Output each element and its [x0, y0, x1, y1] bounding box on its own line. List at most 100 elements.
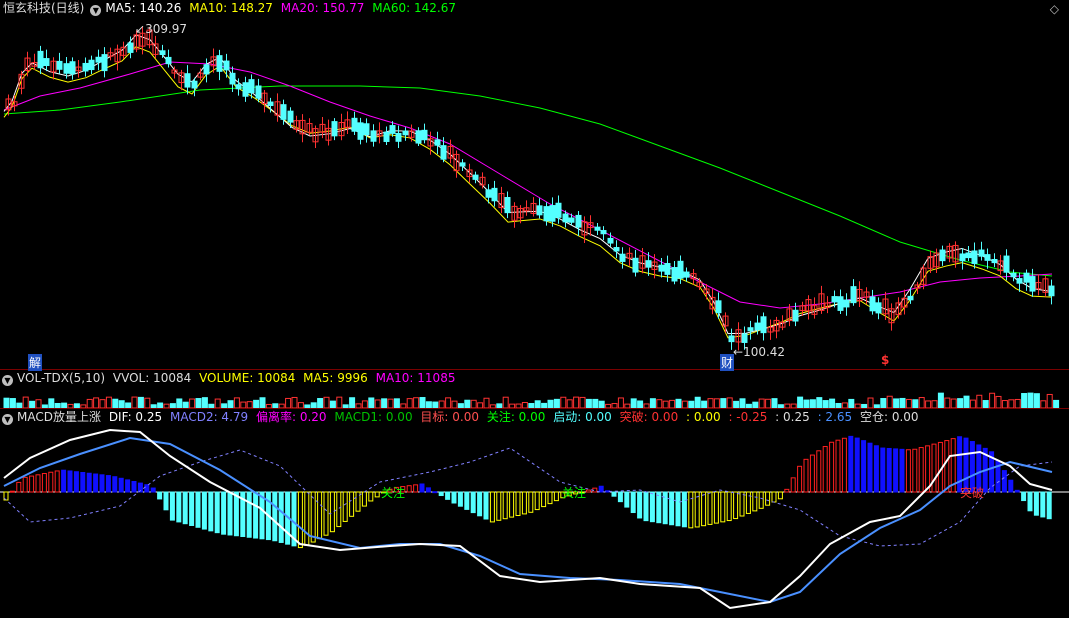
- ma20-value: MA20: 150.77: [280, 1, 365, 15]
- volume-bar: [195, 398, 202, 409]
- volume-bar: [649, 398, 656, 409]
- macd-histogram-bar: [803, 458, 809, 493]
- macd-histogram-bar: [61, 469, 67, 493]
- candle-body: [575, 214, 582, 228]
- macd-histogram-bar: [189, 491, 195, 526]
- macd-histogram-bar: [221, 491, 227, 535]
- macd-histogram-bar: [470, 491, 476, 514]
- candle-body: [543, 206, 550, 222]
- candle-body: [389, 125, 396, 134]
- candle-body: [223, 60, 230, 71]
- candle-body: [242, 82, 249, 97]
- candle-body: [562, 213, 569, 223]
- macd-histogram-bar: [765, 491, 771, 506]
- volume-bar: [1046, 393, 1053, 409]
- macd-histogram-bar: [259, 491, 265, 540]
- macd-histogram-bar: [656, 491, 662, 524]
- volume-bar: [944, 397, 951, 409]
- candle-body: [370, 130, 377, 142]
- macd-histogram-bar: [1027, 491, 1033, 512]
- ma60-value: MA60: 142.67: [372, 1, 456, 15]
- kongcang-value: 空仓: 0.00: [859, 410, 919, 424]
- collapse-icon[interactable]: ▼: [90, 5, 102, 16]
- volume-bar: [336, 396, 343, 409]
- candle-body: [984, 254, 991, 261]
- main-header: 恒玄科技(日线) ▼ MA5: 140.26 MA10: 148.27 MA20: …: [0, 0, 1069, 16]
- macd-histogram-bar: [163, 491, 169, 511]
- macd-histogram-bar: [1040, 491, 1046, 518]
- volume-bar: [233, 397, 240, 409]
- volume-bar: [797, 396, 804, 409]
- macd-histogram-bar: [169, 491, 175, 521]
- macd-histogram-bar: [720, 491, 726, 523]
- diamond-icon[interactable]: ◇: [1050, 1, 1059, 17]
- candle-body: [37, 50, 44, 69]
- macd-histogram-bar: [445, 491, 451, 500]
- volume-bar: [227, 400, 234, 409]
- ma60-line: [3, 85, 1053, 277]
- volume-bar: [451, 400, 458, 409]
- guanzhu-value: 关注: 0.00: [486, 410, 546, 424]
- candle-body: [101, 54, 108, 72]
- macd-chart[interactable]: [0, 426, 1069, 615]
- candle-body: [613, 247, 620, 252]
- price-chart[interactable]: [0, 16, 1069, 370]
- collapse-icon[interactable]: ▼: [2, 414, 13, 425]
- v2-value: : -0.25: [728, 410, 768, 424]
- macd-histogram-bar: [1021, 491, 1027, 502]
- candle-body: [56, 60, 63, 70]
- macd-histogram-bar: [553, 491, 559, 502]
- macd-indicator-name[interactable]: MACD放量上涨: [17, 410, 101, 424]
- macd-histogram-bar: [201, 491, 207, 530]
- candle-body: [683, 271, 690, 278]
- candle-body: [363, 123, 370, 136]
- volume-bar: [765, 398, 772, 409]
- candle-body: [536, 205, 543, 216]
- guanzhu-label-2: 关注: [562, 486, 587, 500]
- candle-body: [1029, 276, 1036, 292]
- dollar-marker[interactable]: $: [881, 353, 889, 367]
- macd-histogram-bar: [48, 471, 54, 493]
- macd-histogram-bar: [406, 485, 412, 493]
- macd-histogram-bar: [515, 491, 521, 516]
- vol-header: ▼ VOL-TDX(5,10) VVOL: 10084 VOLUME: 10084…: [0, 370, 1069, 386]
- volume-bar: [560, 396, 567, 409]
- volume-chart[interactable]: [0, 386, 1069, 409]
- volume-bar: [573, 396, 580, 409]
- volume-bar: [937, 392, 944, 409]
- macd-histogram-bar: [861, 440, 867, 493]
- volume-bar: [566, 399, 573, 409]
- macd-histogram-bar: [214, 491, 220, 534]
- macd-histogram-bar: [1046, 491, 1052, 520]
- volume-bar: [201, 397, 208, 409]
- macd-histogram-bar: [931, 443, 937, 493]
- volume-bar: [112, 398, 119, 409]
- macd-histogram-bar: [771, 491, 777, 503]
- mubiao-value: 目标: 0.00: [420, 410, 479, 424]
- macd-header: ▼ MACD放量上涨 DIF: 0.25 MACD2: 4.79 偏离率: 0.2…: [0, 409, 1069, 425]
- chart-title[interactable]: 恒玄科技(日线): [3, 1, 84, 15]
- macd-histogram-bar: [368, 491, 374, 502]
- macd-histogram-bar: [297, 491, 303, 549]
- macd-histogram-bar: [617, 491, 623, 503]
- volume-bar: [419, 397, 426, 409]
- qidong-value: 启动: 0.00: [553, 410, 612, 424]
- volume-bar: [35, 399, 42, 409]
- volume-bar: [681, 400, 688, 409]
- vol-indicator-name[interactable]: VOL-TDX(5,10): [17, 371, 105, 385]
- candle-body: [959, 253, 966, 262]
- macd-histogram-bar: [483, 491, 489, 520]
- macd-histogram-bar: [310, 491, 316, 543]
- volume-bar: [675, 398, 682, 409]
- volume-bar: [29, 400, 36, 409]
- volume-bar: [822, 400, 829, 409]
- cai-marker[interactable]: 财: [720, 354, 735, 371]
- volume-bar: [1008, 399, 1015, 409]
- guanzhu-label-1: 关注: [381, 486, 406, 500]
- collapse-icon[interactable]: ▼: [2, 375, 13, 386]
- volume-bar: [361, 400, 368, 409]
- jie-marker[interactable]: 解: [28, 354, 43, 371]
- ma10-value: MA10: 148.27: [189, 1, 273, 15]
- macd-histogram-bar: [752, 491, 758, 512]
- volume-bar: [720, 398, 727, 409]
